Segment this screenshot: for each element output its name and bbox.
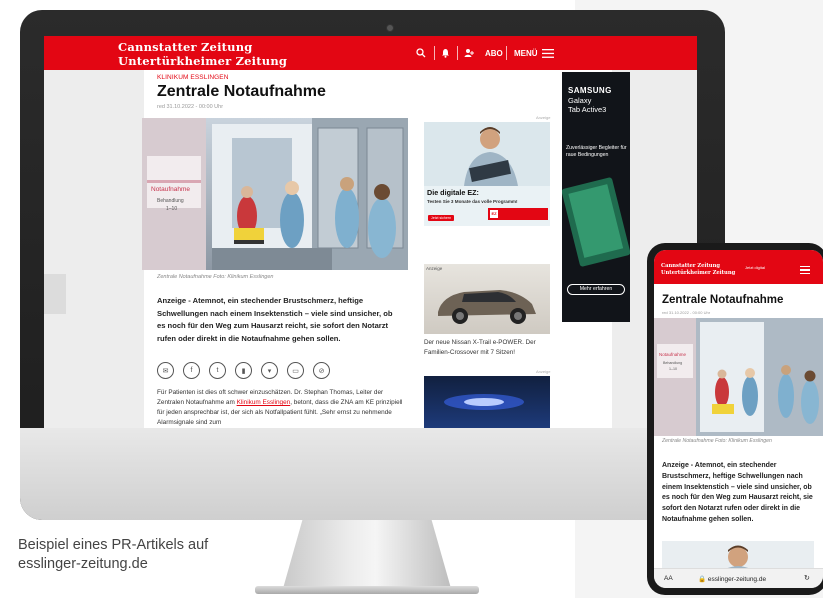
body-link[interactable]: Klinikum Esslingen bbox=[237, 399, 291, 406]
imac-stand-base bbox=[255, 586, 479, 594]
phone-screen: Cannstatter Zeitung Untertürkheimer Zeit… bbox=[654, 250, 823, 588]
samsung-brand: SAMSUNG bbox=[568, 86, 612, 95]
phone-hero-caption: Zentrale Notaufnahme Foto: Klinikum Essl… bbox=[662, 438, 772, 444]
user-icon bbox=[464, 49, 474, 57]
phone-sign-text-1: Notaufnahme bbox=[659, 352, 687, 357]
ez-logo-banner: EZ bbox=[488, 208, 548, 220]
ad1-subtitle: Testen Sie 3 Monate das volle Programm! bbox=[427, 199, 518, 204]
phone-header: Cannstatter Zeitung Untertürkheimer Zeit… bbox=[654, 250, 823, 284]
digital-ez-ad[interactable]: Die digitale EZ: Testen Sie 3 Monate das… bbox=[424, 122, 550, 226]
mail-icon[interactable]: ✉ bbox=[157, 362, 174, 379]
link-icon[interactable]: ⊘ bbox=[313, 362, 330, 379]
ad2-label: Anzeige bbox=[426, 266, 443, 271]
sign-text-2: Behandlung bbox=[157, 198, 184, 204]
phone-logo-line-1[interactable]: Cannstatter Zeitung bbox=[661, 263, 720, 269]
phone-article-lead: Anzeige - Atemnot, ein stechender Brusts… bbox=[662, 462, 813, 523]
left-margin-block bbox=[44, 274, 66, 314]
nav-separator bbox=[434, 46, 435, 60]
menu-button[interactable]: MENÜ bbox=[514, 45, 554, 61]
logo-line-1[interactable]: Cannstatter Zeitung bbox=[118, 40, 253, 54]
account-button[interactable] bbox=[464, 45, 474, 61]
left-margin bbox=[44, 70, 144, 428]
camera-dot bbox=[386, 24, 394, 32]
pocket-icon[interactable]: ▾ bbox=[261, 362, 278, 379]
abo-link[interactable]: ABO bbox=[485, 45, 503, 61]
samsung-skyscraper-ad[interactable]: SAMSUNG Galaxy Tab Active3 Zuverlässiger… bbox=[562, 72, 630, 322]
nav-separator bbox=[506, 46, 507, 60]
bottom-caption: Beispiel eines PR-Artikels auf esslinger… bbox=[18, 536, 208, 574]
hero-caption: Zentrale Notaufnahme Foto: Klinikum Essl… bbox=[157, 274, 274, 280]
sign-text-3: 1–10 bbox=[166, 206, 177, 212]
article-body: Für Patienten ist dies oft schwer einzus… bbox=[157, 388, 405, 428]
phone-sign-text-2: Behandlung bbox=[663, 361, 682, 365]
phone-article-date: red 31.10.2022 - 00:00 Uhr bbox=[662, 310, 711, 315]
bell-icon bbox=[442, 49, 449, 58]
phone-hamburger-icon[interactable] bbox=[800, 266, 810, 274]
phone-article-title: Zentrale Notaufnahme bbox=[662, 294, 784, 306]
menu-label: MENÜ bbox=[514, 48, 538, 58]
phone-logo-line-2[interactable]: Untertürkheimer Zeitung bbox=[661, 270, 735, 276]
phone-emergency-room-photo: Notaufnahme Behandlung 1–10 bbox=[654, 318, 823, 436]
search-icon bbox=[416, 48, 426, 58]
facebook-icon[interactable]: f bbox=[183, 362, 200, 379]
police-ad[interactable] bbox=[424, 376, 550, 428]
phone-browser-bar: AA 🔒 esslinger-zeitung.de ↻ bbox=[654, 568, 823, 588]
reader-mode-button[interactable]: AA bbox=[664, 575, 673, 582]
desktop-screen: Cannstatter Zeitung Untertürkheimer Zeit… bbox=[44, 36, 697, 428]
flipboard-icon[interactable]: ▮ bbox=[235, 362, 252, 379]
logo-line-2[interactable]: Untertürkheimer Zeitung bbox=[118, 54, 287, 68]
ad-label: Anzeige bbox=[536, 115, 551, 120]
ad2-caption[interactable]: Der neue Nissan X-Trail e-POWER. Der Fam… bbox=[424, 338, 554, 357]
nav-separator bbox=[457, 46, 458, 60]
ad-label: Anzeige bbox=[536, 369, 551, 374]
phone-digital-badge[interactable]: Jetzt digital bbox=[745, 265, 765, 270]
ad1-cta-button[interactable]: Jetzt sichern bbox=[428, 215, 454, 221]
reader-photo bbox=[424, 122, 550, 186]
showcase: Cannstatter Zeitung Untertürkheimer Zeit… bbox=[0, 0, 823, 598]
notification-button[interactable] bbox=[441, 45, 450, 61]
article-date: red 31.10.2022 - 00:00 Uhr bbox=[157, 104, 224, 110]
samsung-tagline: Zuverlässiger Begleiter für raue Bedingu… bbox=[566, 145, 627, 158]
samsung-product: Galaxy Tab Active3 bbox=[568, 96, 607, 114]
ez-logo: EZ bbox=[490, 210, 498, 218]
emergency-room-photo: Notaufnahme Behandlung 1–10 bbox=[142, 118, 408, 270]
hero-image[interactable]: Notaufnahme Behandlung 1–10 bbox=[142, 118, 408, 270]
phone-hero-image[interactable]: Notaufnahme Behandlung 1–10 bbox=[654, 318, 823, 436]
imac-chin bbox=[20, 428, 725, 520]
phone-frame: Cannstatter Zeitung Untertürkheimer Zeit… bbox=[647, 243, 823, 595]
hamburger-icon bbox=[541, 48, 554, 58]
sign-text-1: Notaufnahme bbox=[151, 186, 190, 193]
article-kicker[interactable]: KLINIKUM ESSLINGEN bbox=[157, 74, 229, 81]
browser-url[interactable]: 🔒 esslinger-zeitung.de bbox=[698, 575, 766, 583]
site-header: Cannstatter Zeitung Untertürkheimer Zeit… bbox=[44, 36, 697, 70]
samsung-cta-button[interactable]: Mehr erfahren bbox=[567, 284, 625, 295]
print-icon[interactable]: ▭ bbox=[287, 362, 304, 379]
phone-sign-text-3: 1–10 bbox=[669, 367, 677, 371]
caption-line-2: esslinger-zeitung.de bbox=[18, 556, 148, 572]
browser-url-text: esslinger-zeitung.de bbox=[707, 576, 767, 583]
ad1-title: Die digitale EZ: bbox=[427, 188, 479, 197]
share-bar: ✉ f t ▮ ▾ ▭ ⊘ bbox=[157, 362, 330, 379]
nissan-ad[interactable]: Anzeige bbox=[424, 264, 550, 334]
article-title: Zentrale Notaufnahme bbox=[157, 83, 326, 100]
twitter-icon[interactable]: t bbox=[209, 362, 226, 379]
search-button[interactable] bbox=[416, 45, 426, 61]
imac-stand bbox=[282, 520, 452, 592]
police-light-photo bbox=[444, 394, 524, 410]
reload-icon[interactable]: ↻ bbox=[804, 574, 810, 582]
article-lead: Anzeige - Atemnot, ein stechender Brusts… bbox=[157, 296, 393, 343]
caption-line-1: Beispiel eines PR-Artikels auf bbox=[18, 537, 209, 553]
car-photo bbox=[438, 290, 536, 324]
